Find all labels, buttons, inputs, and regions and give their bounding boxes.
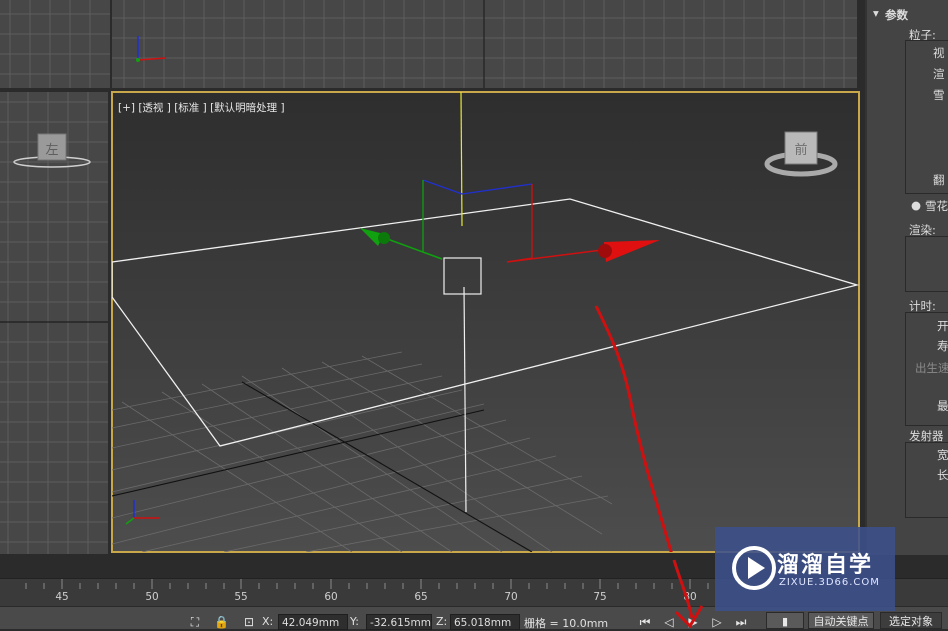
left-grid: 左 (0, 92, 108, 554)
svg-text:前: 前 (794, 142, 807, 158)
command-panel: ▾ 参数 粒子: 视 渲 雪 翻 ● 雪花 渲染: 计时: 开 寿 出生速 最 … (865, 0, 948, 555)
previous-frame-icon[interactable]: ◁ (662, 615, 676, 629)
key-mode-button[interactable]: ▮ (766, 612, 804, 629)
tick-label: 80 (683, 591, 697, 603)
selected-object-dropdown[interactable]: 选定对象 (880, 612, 942, 629)
tick-label: 55 (234, 591, 248, 603)
tick-label: 50 (145, 591, 159, 603)
viewport-left[interactable]: 左 (0, 92, 108, 554)
next-frame-icon[interactable]: ▷ (710, 615, 724, 629)
auto-key-button[interactable]: 自动关键点 (808, 612, 874, 629)
tick-label: 45 (55, 591, 69, 603)
site-watermark: 溜溜自学 ZIXUE.3D66.COM (715, 527, 895, 611)
go-to-end-icon[interactable]: ⏭ (734, 615, 748, 629)
viewport-front[interactable] (112, 0, 857, 88)
viewcube-icon: 前 (764, 131, 838, 177)
transform-gizmo (360, 179, 660, 295)
front-grid (112, 0, 857, 88)
rollout-toggle-icon[interactable]: ▾ (873, 6, 879, 20)
timing-group-box (905, 312, 948, 426)
axis-tripod-icon (125, 500, 160, 525)
radio-snowflake[interactable]: ● (911, 198, 921, 212)
watermark-title: 溜溜自学 (777, 553, 874, 578)
emitter-group-box (905, 442, 948, 518)
tick-label: 75 (593, 591, 607, 603)
y-label: Y: (350, 615, 359, 628)
tick-label: 65 (414, 591, 428, 603)
top-grid (0, 0, 110, 88)
rollout-title[interactable]: 参数 (885, 7, 908, 23)
absolute-mode-icon[interactable]: ⊡ (242, 615, 256, 629)
watermark-subtitle: ZIXUE.3D66.COM (779, 577, 880, 588)
z-label: Z: (436, 615, 448, 628)
perspective-scene: 前 (112, 92, 859, 552)
tick-label: 70 (504, 591, 518, 603)
snowflake-option[interactable]: 雪花 (925, 198, 948, 214)
annotation-arrow (594, 305, 673, 552)
particles-group-box (905, 40, 948, 194)
render-group-box (905, 236, 948, 292)
play-icon[interactable]: ▶ (686, 615, 700, 629)
svg-text:左: 左 (45, 143, 58, 158)
go-to-start-icon[interactable]: ⏮ (638, 615, 652, 629)
viewport-perspective[interactable]: 前 [+] [透视 ] [标准 ] [默认明暗处理 ] (111, 91, 860, 553)
grid-spacing-label: 栅格 = 10.0mm (524, 617, 609, 630)
selection-toggle-icon[interactable]: ⛶ (188, 615, 202, 629)
x-label: X: (262, 615, 274, 628)
viewport-label[interactable]: [+] [透视 ] [标准 ] [默认明暗处理 ] (118, 100, 285, 115)
lock-icon[interactable]: 🔒 (214, 615, 229, 629)
snow-emitter-plane (112, 198, 859, 447)
viewport-top[interactable] (0, 0, 110, 88)
tick-label: 60 (324, 591, 338, 603)
watermark-logo-icon (732, 546, 776, 590)
